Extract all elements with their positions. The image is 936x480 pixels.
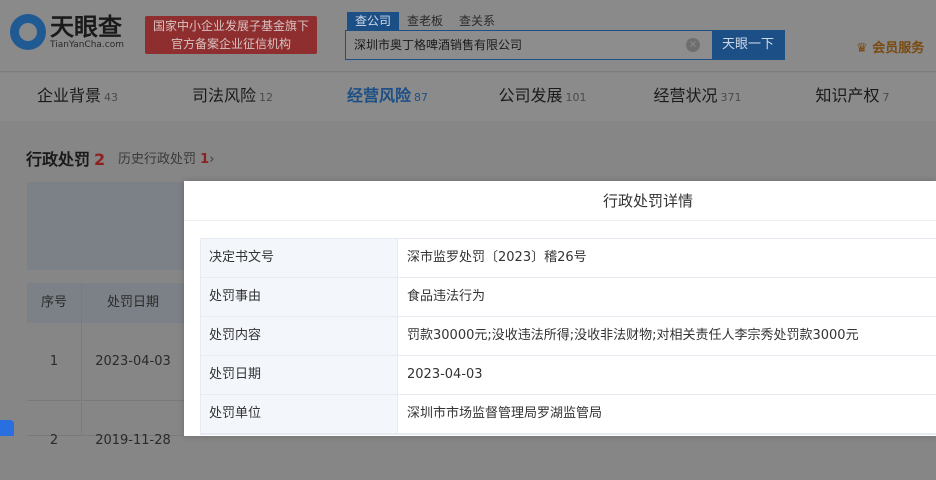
vip-link[interactable]: ♛ 会员服务 — [856, 37, 924, 56]
nav-1-count: 12 — [259, 91, 273, 104]
clear-icon[interactable]: × — [686, 38, 700, 52]
detail-row-decision-no: 决定书文号 深市监罗处罚〔2023〕稽26号 — [201, 239, 936, 278]
section-history_count: 1 — [200, 152, 210, 167]
section-history_label: 历史行政处罚 — [118, 152, 197, 167]
table-header: 序号 处罚日期 — [27, 283, 184, 323]
badge-line1: 国家中小企业发展子基金旗下 — [152, 19, 309, 33]
history-penalties-link[interactable]: 历史行政处罚 1› — [118, 148, 214, 167]
modal-title: 行政处罚详情 — [184, 181, 936, 221]
modal-rows-0-label: 决定书文号 — [201, 239, 398, 277]
table-row[interactable]: 1 2023-04-03 — [27, 323, 184, 401]
nav-tab-operations[interactable]: 经营状况 371 — [620, 73, 775, 121]
nav-tab-legal-risk[interactable]: 司法风险 12 — [155, 73, 310, 121]
detail-row-reason: 处罚事由 食品违法行为 — [201, 278, 936, 317]
modal-rows-3-label: 处罚日期 — [201, 356, 398, 394]
modal-rows-2-value: 罚款30000元;没收违法所得;没收非法财物;对相关责任人李宗秀处罚款3000元 — [407, 328, 859, 343]
nav-1-label: 司法风险 — [191, 86, 256, 105]
search-input[interactable]: 深圳市奥丁格啤酒销售有限公司 — [346, 31, 686, 59]
modal-rows-3-value: 2023-04-03 — [407, 367, 483, 382]
modal-rows-1-value: 食品违法行为 — [407, 289, 486, 304]
logo[interactable]: 天眼查 TianYanCha.com — [10, 14, 124, 50]
nav-3-count: 101 — [565, 91, 587, 104]
search-tab-relation[interactable]: 查关系 — [451, 12, 503, 30]
bg_table-headers-0: 序号 — [27, 283, 82, 323]
nav-tab-background[interactable]: 企业背景 43 — [0, 73, 155, 121]
modal-rows-4-label: 处罚单位 — [201, 395, 398, 433]
nav-tab-ip[interactable]: 知识产权 7 — [775, 73, 930, 121]
search-box: 深圳市奥丁格啤酒销售有限公司 × 天眼一下 — [345, 30, 785, 60]
modal-rows-0-value: 深市监罗处罚〔2023〕稽26号 — [407, 250, 587, 265]
nav-2-label: 经营风险 — [346, 86, 411, 105]
logo-icon — [10, 14, 46, 50]
bg_table-rows-0-1: 2023-04-03 — [95, 354, 171, 369]
nav-5-count: 7 — [882, 91, 890, 104]
section-title: 行政处罚 — [26, 150, 91, 169]
nav-tab-development[interactable]: 公司发展 101 — [465, 73, 620, 121]
table-row[interactable]: 2 2019-11-28 — [27, 402, 184, 448]
nav-0-count: 43 — [104, 91, 118, 104]
table-banner — [27, 182, 184, 270]
nav-tab-business-risk[interactable]: 经营风险 87 — [310, 73, 465, 121]
nav-5-label: 知识产权 — [815, 86, 880, 105]
search-tab-company[interactable]: 查公司 — [347, 12, 400, 30]
crown-icon: ♛ — [856, 41, 873, 56]
site-header: 天眼查 TianYanCha.com 国家中小企业发展子基金旗下 官方备案企业征信机… — [0, 0, 936, 72]
nav-2-count: 87 — [414, 91, 428, 104]
bg_table-headers-1: 处罚日期 — [106, 295, 159, 310]
penalty-detail-modal: 行政处罚详情 决定书文号 深市监罗处罚〔2023〕稽26号 处罚事由 食品违法行为 … — [184, 181, 936, 436]
search-tab-boss[interactable]: 查老板 — [399, 12, 451, 30]
detail-row-authority: 处罚单位 深圳市市场监督管理局罗湖监管局 — [201, 395, 936, 434]
logo-text: 天眼查 — [50, 13, 122, 41]
logo-url: TianYanCha.com — [50, 40, 125, 50]
vip-label: 会员服务 — [872, 41, 925, 56]
section-title: 行政处罚 2 — [26, 146, 105, 170]
official-badge: 国家中小企业发展子基金旗下 官方备案企业征信机构 — [145, 16, 317, 54]
nav-4-count: 371 — [720, 91, 742, 104]
modal-rows-2-label: 处罚内容 — [201, 317, 398, 355]
detail-table: 决定书文号 深市监罗处罚〔2023〕稽26号 处罚事由 食品违法行为 处罚内容 罚款3… — [200, 238, 936, 435]
detail-row-content: 处罚内容 罚款30000元;没收违法所得;没收非法财物;对相关责任人李宗秀处罚款3… — [201, 317, 936, 356]
search-button[interactable]: 天眼一下 — [712, 31, 784, 59]
nav-0-label: 企业背景 — [36, 86, 101, 105]
nav-4-label: 经营状况 — [653, 86, 718, 105]
section-count: 2 — [94, 150, 106, 169]
bg_table-rows-1-0: 2 — [27, 402, 82, 448]
modal-rows-4-value: 深圳市市场监督管理局罗湖监管局 — [407, 406, 603, 421]
chevron-right-icon: › — [209, 152, 215, 167]
floating-button[interactable] — [0, 420, 14, 436]
detail-row-date: 处罚日期 2023-04-03 — [201, 356, 936, 395]
nav-3-label: 公司发展 — [498, 86, 563, 105]
modal-rows-1-label: 处罚事由 — [201, 278, 398, 316]
bg_table-rows-0-0: 1 — [27, 323, 82, 400]
badge-line2: 官方备案企业征信机构 — [170, 37, 291, 51]
bg_table-rows-1-1: 2019-11-28 — [95, 433, 171, 448]
category-nav: 企业背景 43 司法风险 12 经营风险 87 公司发展 101 经营状况 371 知识产… — [0, 73, 936, 121]
